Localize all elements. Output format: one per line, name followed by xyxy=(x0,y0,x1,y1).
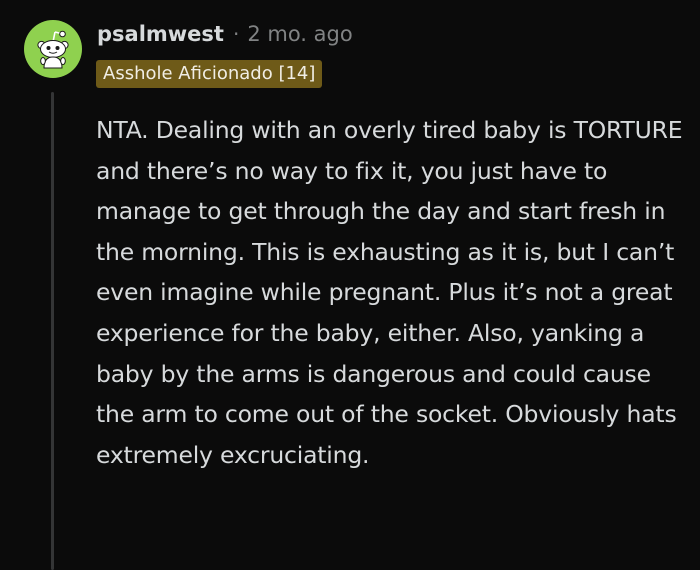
comment-timestamp[interactable]: 2 mo. ago xyxy=(247,22,352,46)
thread-collapse-line[interactable] xyxy=(51,92,54,570)
comment-header: psalmwest · 2 mo. ago xyxy=(97,18,353,50)
username-link[interactable]: psalmwest xyxy=(97,22,224,46)
snoo-avatar-icon[interactable] xyxy=(24,20,82,78)
comment-body: NTA. Dealing with an overly tired baby i… xyxy=(96,116,683,469)
meta-separator: · xyxy=(232,22,240,46)
comment: psalmwest · 2 mo. ago Asshole Aficionado… xyxy=(0,0,700,570)
user-flair-badge: Asshole Aficionado [14] xyxy=(96,60,323,88)
